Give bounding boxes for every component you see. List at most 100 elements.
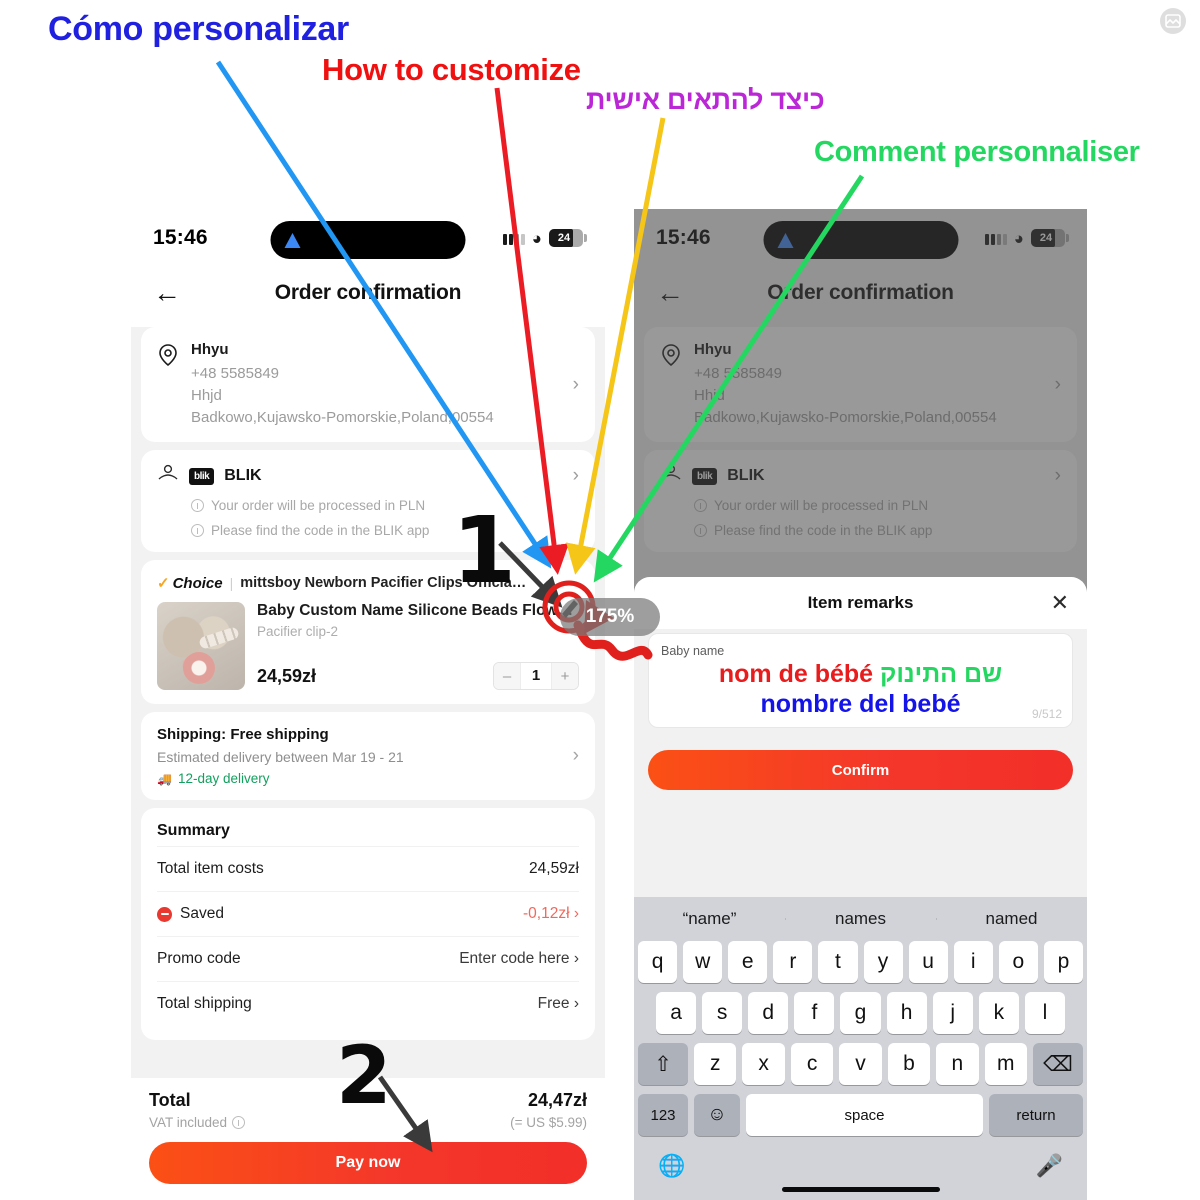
decrease-quantity-button[interactable]: – <box>494 663 520 690</box>
payment-note-1: Your order will be processed in PLN <box>191 498 579 513</box>
key-v[interactable]: v <box>839 1043 882 1085</box>
key-b[interactable]: b <box>887 1043 931 1085</box>
promo-placeholder: Enter code here <box>459 950 570 968</box>
key-p[interactable]: p <box>1043 941 1083 983</box>
status-time: 15:46 <box>153 226 208 249</box>
prediction-item[interactable]: named <box>936 909 1087 929</box>
keyboard-utility-row: 🌐 🎤 <box>634 1145 1087 1185</box>
app-header-left: ← Order confirmation <box>131 267 605 319</box>
increase-quantity-button[interactable]: + <box>552 663 578 690</box>
flower-decor <box>183 652 215 685</box>
info-icon[interactable] <box>232 1116 246 1129</box>
key-g[interactable]: g <box>840 992 881 1034</box>
chevron-right-icon[interactable]: › <box>573 745 579 767</box>
payment-method-card[interactable]: blik BLIK › Your order will be processed… <box>141 450 595 553</box>
key-t[interactable]: t <box>818 941 858 983</box>
product-title[interactable]: Baby Custom Name Silicone Beads Flower..… <box>257 602 579 620</box>
character-counter: 9/512 <box>1031 707 1062 721</box>
payment-note-2-text: Please find the code in the BLIK app <box>211 523 430 539</box>
key-o[interactable]: o <box>998 941 1038 983</box>
annotation-label-english: How to customize <box>322 52 581 87</box>
payment-note-2: Please find the code in the BLIK app <box>191 523 579 538</box>
vat-text: VAT included <box>149 1115 228 1130</box>
key-e[interactable]: e <box>728 941 768 983</box>
keyboard-row-4: 123 ☺ space return <box>634 1094 1087 1145</box>
summary-row-value: -0,12zł › <box>523 905 579 923</box>
address-line-2: Hhjd <box>191 386 222 404</box>
pay-now-button[interactable]: Pay now <box>149 1142 587 1184</box>
phone-screen-right: 15:46 ◕ 24 ← Order confirmation <box>634 209 1087 1200</box>
key-n[interactable]: n <box>936 1043 979 1085</box>
backspace-icon[interactable]: ⌫ <box>1032 1043 1083 1085</box>
key-m[interactable]: m <box>984 1043 1027 1085</box>
battery-level: 24 <box>557 232 571 244</box>
summary-row[interactable]: Promo code Enter code here › <box>157 936 579 981</box>
address-card[interactable]: Hhyu +48 5585849 Hhjd Badkowo,Kujawsko-P… <box>141 327 595 443</box>
microphone-icon[interactable]: 🎤 <box>1036 1153 1063 1179</box>
key-w[interactable]: w <box>683 941 723 983</box>
chevron-right-icon[interactable]: › <box>574 995 579 1012</box>
summary-row-label: Promo code <box>157 950 241 968</box>
key-k[interactable]: k <box>978 992 1019 1034</box>
battery-icon: 24 <box>549 229 587 247</box>
key-i[interactable]: i <box>953 941 993 983</box>
product-price: 24,59zł <box>257 665 317 686</box>
globe-language-icon[interactable]: 🌐 <box>658 1153 685 1179</box>
number-mode-key[interactable]: 123 <box>638 1094 688 1136</box>
key-s[interactable]: s <box>702 992 743 1034</box>
summary-row-value: Free › <box>538 995 579 1013</box>
emoji-smiley-icon[interactable]: ☺ <box>694 1094 740 1136</box>
product-thumbnail[interactable] <box>157 602 245 691</box>
close-x-icon[interactable]: ✕ <box>1051 592 1069 614</box>
prediction-item[interactable]: names <box>785 909 936 929</box>
phone-screen-left: 15:46 ◕ 24 ← Order confirmation Hhyu +48 <box>131 209 605 1200</box>
quantity-stepper[interactable]: – 1 + <box>493 662 579 691</box>
payment-note-1-text: Your order will be processed in PLN <box>211 498 426 514</box>
choice-label: Choice <box>172 574 223 592</box>
key-y[interactable]: y <box>863 941 903 983</box>
store-name[interactable]: mittsboy Newborn Pacifier Clips Official… <box>240 575 530 591</box>
chevron-right-icon[interactable]: › <box>573 374 579 396</box>
discount-icon <box>157 906 172 922</box>
key-u[interactable]: u <box>908 941 948 983</box>
key-z[interactable]: z <box>694 1043 737 1085</box>
value-spanish: nombre del bebé <box>760 689 961 718</box>
confirm-button[interactable]: Confirm <box>648 750 1073 790</box>
key-j[interactable]: j <box>932 992 973 1034</box>
choice-badge: ✓ Choice <box>157 574 223 593</box>
summary-row-label-saved: Saved <box>157 905 224 923</box>
navigation-arrow-icon <box>284 232 301 248</box>
shipping-title: Shipping: Free shipping <box>157 726 329 744</box>
key-c[interactable]: c <box>790 1043 834 1085</box>
key-q[interactable]: q <box>638 941 678 983</box>
space-key[interactable]: space <box>746 1094 983 1136</box>
chevron-right-icon[interactable]: › <box>573 465 579 487</box>
chevron-right-icon[interactable]: › <box>574 950 579 967</box>
key-l[interactable]: l <box>1024 992 1065 1034</box>
summary-row-label: Total item costs <box>157 860 264 878</box>
key-d[interactable]: d <box>748 992 789 1034</box>
zoom-level-badge: 175% <box>560 598 660 636</box>
status-indicators: ◕ 24 <box>502 229 587 247</box>
key-h[interactable]: h <box>886 992 927 1034</box>
return-key[interactable]: return <box>989 1094 1083 1136</box>
chevron-right-icon[interactable]: › <box>574 905 579 922</box>
summary-row-value[interactable]: Enter code here › <box>459 950 579 968</box>
summary-row[interactable]: Saved -0,12zł › <box>157 891 579 936</box>
separator: | <box>229 575 234 592</box>
wallet-hand-icon <box>157 464 179 488</box>
key-r[interactable]: r <box>773 941 813 983</box>
store-row[interactable]: ✓ Choice | mittsboy Newborn Pacifier Clip… <box>157 574 579 602</box>
baby-name-input[interactable]: Baby name nom de bébé שם התינוק nombre d… <box>648 633 1073 728</box>
input-field-label: Baby name <box>661 644 725 658</box>
keyboard-row-3: ⇧ z x c v b n m ⌫ <box>634 1043 1087 1094</box>
key-f[interactable]: f <box>794 992 835 1034</box>
summary-row[interactable]: Total shipping Free › <box>157 981 579 1026</box>
shift-arrow-icon[interactable]: ⇧ <box>638 1043 689 1085</box>
key-a[interactable]: a <box>656 992 697 1034</box>
shipping-card[interactable]: Shipping: Free shipping Estimated delive… <box>141 712 595 801</box>
address-phone: +48 5585849 <box>191 365 280 382</box>
prediction-item[interactable]: “name” <box>634 909 785 929</box>
summary-row: Total item costs 24,59zł <box>157 846 579 891</box>
key-x[interactable]: x <box>742 1043 785 1085</box>
